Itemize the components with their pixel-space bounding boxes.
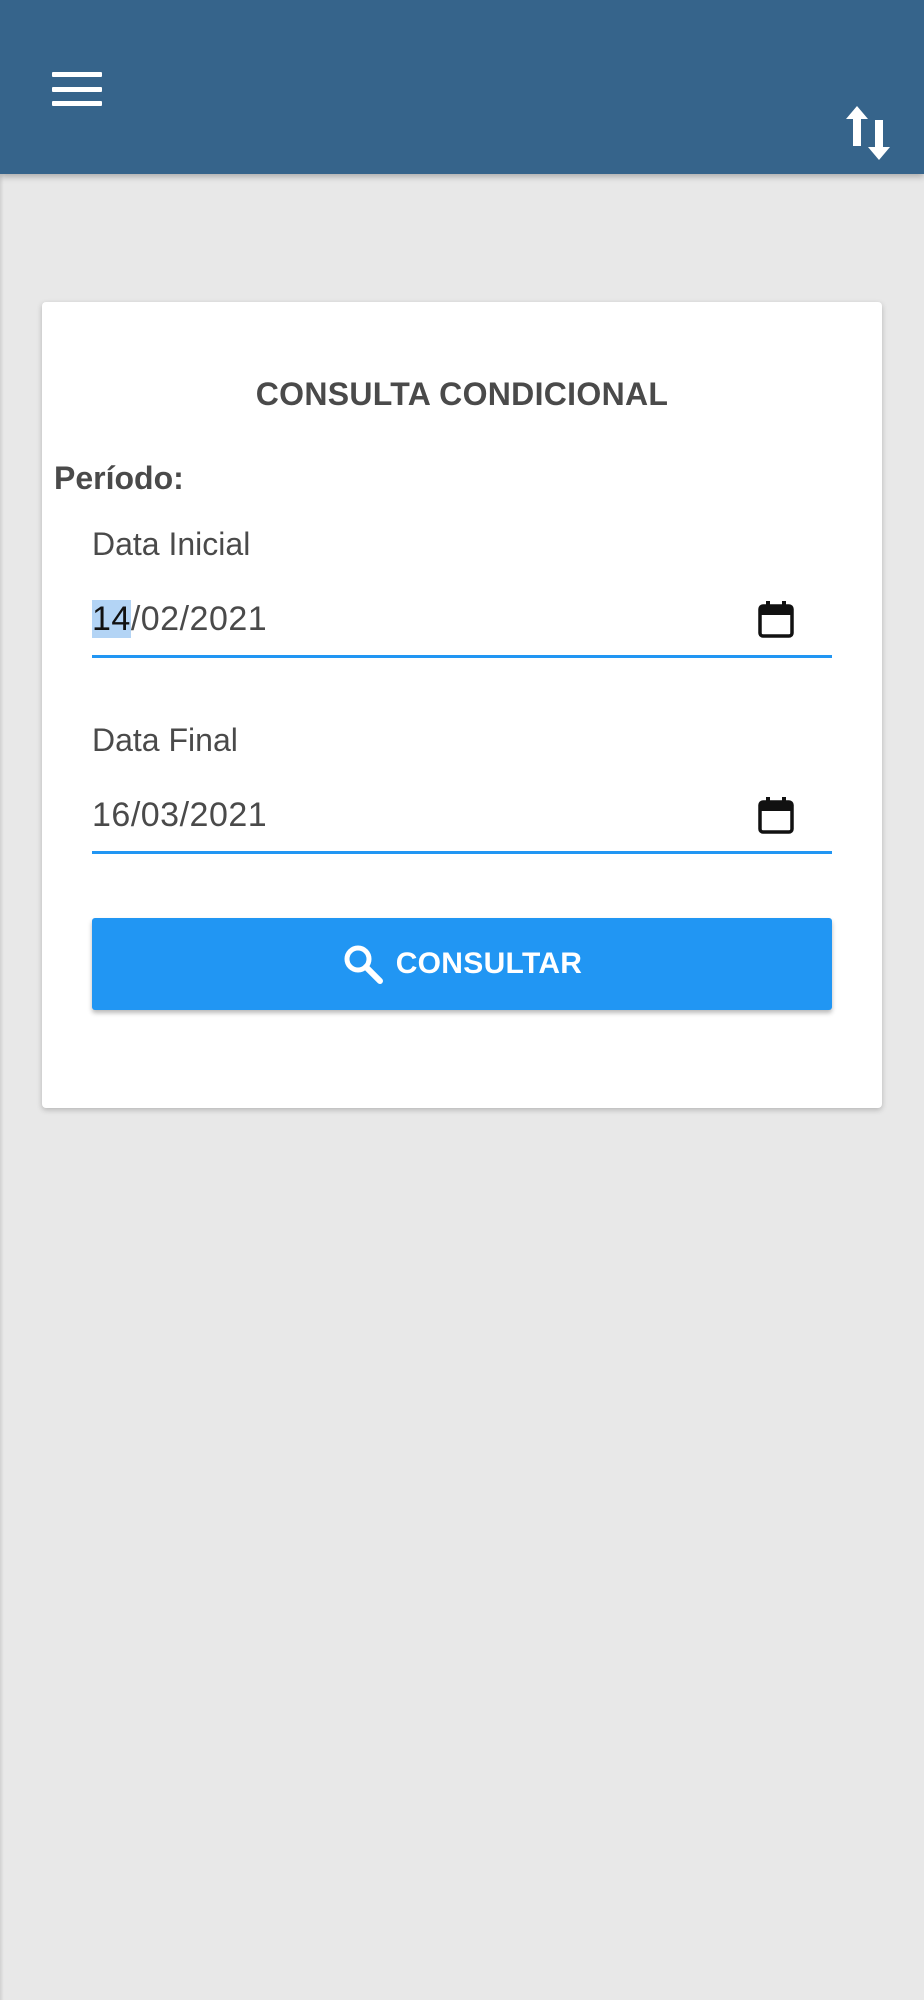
period-label: Período: xyxy=(54,460,184,496)
hamburger-menu-icon-bar-top xyxy=(52,72,102,77)
start-date-input[interactable]: 14/02/2021 xyxy=(92,588,832,658)
app-bar xyxy=(0,0,924,174)
swap-vertical-icon[interactable] xyxy=(846,106,890,160)
calendar-icon[interactable] xyxy=(758,600,794,638)
consultar-button[interactable]: CONSULTAR xyxy=(92,918,832,1010)
consultar-button-label: CONSULTAR xyxy=(395,947,583,980)
end-date-value: 16/03/2021 xyxy=(92,796,268,834)
start-date-value: 14/02/2021 xyxy=(92,600,267,639)
end-date-label: Data Final xyxy=(92,722,238,758)
card-title: CONSULTA CONDICIONAL xyxy=(255,376,669,412)
start-date-rest: /02/2021 xyxy=(130,600,268,638)
start-date-label: Data Inicial xyxy=(92,526,251,562)
hamburger-menu-icon-bar-bottom xyxy=(52,101,102,106)
search-icon xyxy=(344,945,383,984)
calendar-icon[interactable] xyxy=(758,796,794,834)
page-edge-shadow xyxy=(0,174,4,2000)
start-date-day-segment[interactable]: 14 xyxy=(92,600,131,638)
query-card: CONSULTA CONDICIONAL Período: Data Inici… xyxy=(42,302,882,1108)
menu-button[interactable] xyxy=(52,72,102,106)
hamburger-menu-icon-bar-middle xyxy=(52,86,102,92)
end-date-input[interactable]: 16/03/2021 xyxy=(92,784,832,854)
